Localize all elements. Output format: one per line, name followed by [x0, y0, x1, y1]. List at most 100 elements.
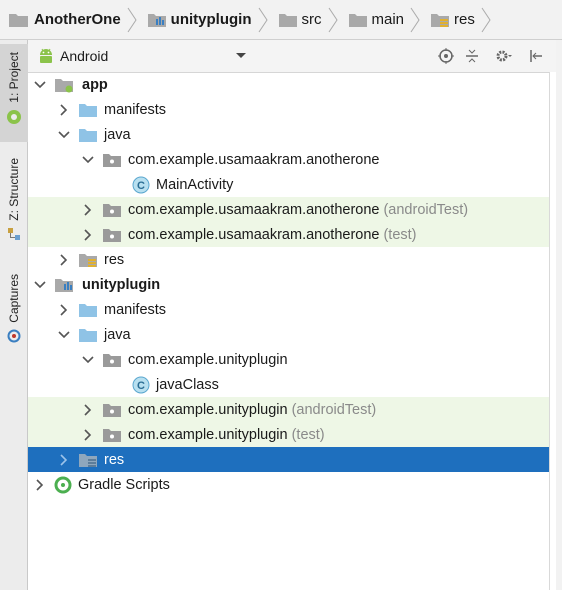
right-tool-window-bar [556, 40, 562, 590]
chevron-down-icon[interactable] [56, 122, 72, 147]
tree-node-up-android-test[interactable]: com.example.unityplugin (androidTest) [28, 397, 550, 422]
chevron-down-icon[interactable] [32, 272, 48, 297]
tree-node-label: res [104, 251, 125, 268]
view-selector[interactable]: Android [38, 47, 246, 65]
tree-node-suffix: (test) [383, 226, 417, 243]
breadcrumb-label: AnotherOne [34, 11, 121, 28]
chevron-down-icon [236, 53, 246, 58]
tree-node-main-activity[interactable]: C MainActivity [28, 172, 550, 197]
tool-window-bar: 1: Project Z: Structure Captures [0, 40, 28, 590]
tree-node-app[interactable]: app [28, 72, 550, 97]
tree-node-label: res [104, 451, 125, 468]
chevron-right-icon[interactable] [56, 297, 72, 322]
res-folder-icon [79, 453, 97, 467]
chevron-right-icon[interactable] [80, 397, 96, 422]
chevron-right-icon[interactable] [56, 447, 72, 472]
folder-icon [79, 128, 97, 142]
vertical-scrollbar[interactable] [549, 72, 556, 590]
package-icon [103, 153, 121, 167]
tree-node-app-test[interactable]: com.example.usamaakram.anotherone (test) [28, 222, 550, 247]
captures-icon [7, 329, 21, 343]
package-icon [103, 228, 121, 242]
tab-project-label: 1: Project [7, 52, 21, 103]
chevron-right-icon[interactable] [56, 97, 72, 122]
tree-node-label: manifests [104, 101, 167, 118]
tree-node-app-res[interactable]: res [28, 247, 550, 272]
tree-node-gradle-scripts[interactable]: Gradle Scripts [28, 472, 550, 497]
tree-node-label: MainActivity [156, 176, 234, 193]
chevron-down-icon[interactable] [80, 147, 96, 172]
tree-node-up-manifests[interactable]: manifests [28, 297, 550, 322]
chevron-right-icon [481, 7, 491, 32]
svg-text:C: C [137, 380, 145, 392]
tab-captures-label: Captures [7, 274, 21, 323]
tab-captures[interactable]: Captures [0, 274, 28, 358]
tab-structure-label: Z: Structure [7, 158, 21, 221]
hide-panel-button[interactable] [526, 46, 546, 66]
module-icon [147, 13, 166, 27]
module-icon [55, 278, 73, 292]
chevron-right-icon [127, 7, 137, 32]
hide-panel-icon [530, 50, 542, 62]
breadcrumb-label: src [301, 11, 322, 28]
collapse-all-icon [466, 49, 478, 63]
module-icon [55, 78, 73, 92]
project-toolbar: Android [28, 40, 556, 73]
tree-node-label: java [104, 326, 131, 343]
package-icon [103, 353, 121, 367]
collapse-all-button[interactable] [462, 46, 482, 66]
tree-node-up-package[interactable]: com.example.unityplugin [28, 347, 550, 372]
target-icon [438, 48, 454, 64]
chevron-right-icon[interactable] [80, 197, 96, 222]
project-tree: app manifests java com.example.usamaakra… [28, 72, 550, 497]
tree-node-app-manifests[interactable]: manifests [28, 97, 550, 122]
chevron-down-icon[interactable] [32, 72, 48, 97]
tree-node-suffix: (androidTest) [383, 201, 469, 218]
tree-node-label: javaClass [156, 376, 219, 393]
chevron-right-icon[interactable] [56, 247, 72, 272]
folder-icon [79, 103, 97, 117]
breadcrumb-label: main [371, 11, 405, 28]
chevron-right-icon [410, 7, 420, 32]
breadcrumb-item-unityplugin[interactable]: unityplugin [143, 0, 274, 40]
project-panel: Android app manifests java com.example.u… [28, 40, 556, 590]
chevron-right-icon[interactable] [32, 472, 48, 497]
tree-node-up-test[interactable]: com.example.unityplugin (test) [28, 422, 550, 447]
chevron-right-icon[interactable] [80, 222, 96, 247]
package-icon [103, 403, 121, 417]
tab-project[interactable]: 1: Project [0, 44, 28, 142]
tree-node-app-java[interactable]: java [28, 122, 550, 147]
tree-node-label: Gradle Scripts [78, 476, 170, 493]
tree-node-label: app [82, 76, 108, 93]
tree-node-app-android-test[interactable]: com.example.usamaakram.anotherone (andro… [28, 197, 550, 222]
tab-structure[interactable]: Z: Structure [0, 158, 28, 260]
tree-node-up-res[interactable]: res [28, 447, 550, 472]
res-folder-icon [431, 13, 450, 27]
chevron-down-icon[interactable] [56, 322, 72, 347]
tree-node-label: com.example.unityplugin [128, 401, 288, 418]
scroll-from-source-button[interactable] [436, 46, 456, 66]
tree-node-label: com.example.usamaakram.anotherone [128, 151, 380, 168]
package-icon [103, 428, 121, 442]
tree-node-label: com.example.usamaakram.anotherone [128, 226, 380, 243]
structure-icon [8, 227, 20, 240]
breadcrumb-item-anotherone[interactable]: AnotherOne [4, 0, 143, 40]
chevron-right-icon[interactable] [80, 422, 96, 447]
breadcrumb-item-res[interactable]: res [426, 0, 497, 40]
settings-button[interactable] [494, 46, 514, 66]
folder-icon [79, 328, 97, 342]
chevron-down-icon[interactable] [80, 347, 96, 372]
folder-icon [278, 13, 297, 27]
tree-node-label: com.example.unityplugin [128, 351, 288, 368]
breadcrumb-item-main[interactable]: main [344, 0, 427, 40]
tree-node-label: unityplugin [82, 276, 161, 293]
tree-node-unityplugin[interactable]: unityplugin [28, 272, 550, 297]
breadcrumb-item-src[interactable]: src [274, 0, 344, 40]
tree-node-java-class[interactable]: C javaClass [28, 372, 550, 397]
gear-icon [496, 50, 512, 62]
tree-node-label: com.example.unityplugin [128, 426, 288, 443]
tree-node-app-package[interactable]: com.example.usamaakram.anotherone [28, 147, 550, 172]
tree-node-label: com.example.usamaakram.anotherone [128, 201, 380, 218]
tree-node-suffix: (androidTest) [291, 401, 377, 418]
tree-node-up-java[interactable]: java [28, 322, 550, 347]
